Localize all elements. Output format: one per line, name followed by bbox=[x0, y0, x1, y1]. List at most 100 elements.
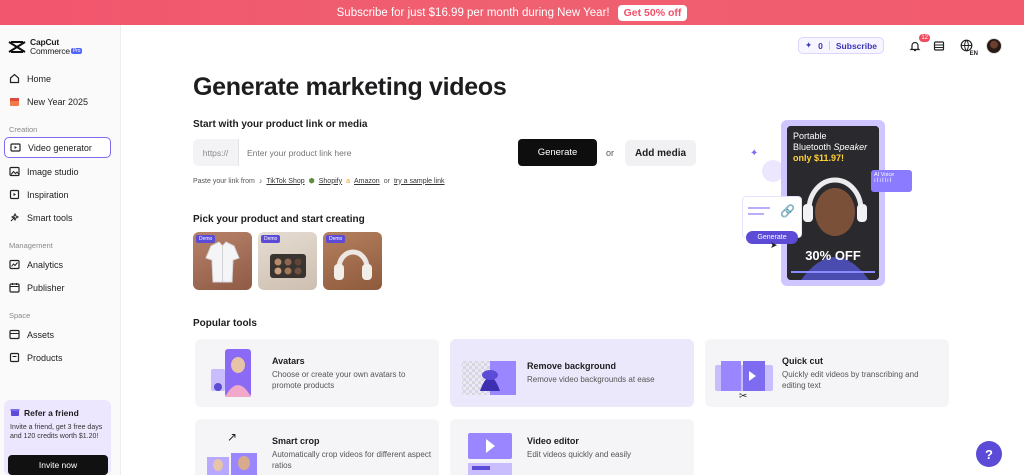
bell-icon[interactable]: 12 bbox=[908, 33, 930, 53]
amazon-link[interactable]: Amazon bbox=[354, 178, 380, 185]
product-link-input[interactable] bbox=[239, 139, 518, 166]
paste-hint: Paste your link from ♪ TikTok Shop ⬢ Shopi… bbox=[193, 177, 445, 186]
sidebar-item-label: Publisher bbox=[27, 282, 65, 293]
notification-badge: 12 bbox=[919, 33, 930, 42]
tool-remove-background[interactable]: Remove background Remove video backgroun… bbox=[450, 339, 694, 407]
tool-desc: Edit videos quickly and easily bbox=[527, 450, 632, 459]
sidebar-item-label: Inspiration bbox=[27, 189, 69, 200]
tool-avatars[interactable]: Avatars Choose or create your own avatar… bbox=[195, 339, 439, 407]
tiktok-shop-link[interactable]: TikTok Shop bbox=[266, 178, 304, 185]
product-headphones[interactable]: Demo bbox=[323, 232, 382, 290]
sidebar-item-publisher[interactable]: Publisher bbox=[4, 277, 111, 298]
start-heading: Start with your product link or media bbox=[193, 119, 368, 130]
promo-price: only $11.97! bbox=[793, 153, 845, 163]
tool-quick-cut[interactable]: ✂ Quick cut Quickly edit videos by trans… bbox=[705, 339, 949, 407]
sidebar-item-video-generator[interactable]: Video generator bbox=[4, 137, 111, 158]
gift-icon bbox=[10, 407, 20, 419]
sidebar-item-products[interactable]: Products bbox=[4, 347, 111, 368]
pro-badge: Pro bbox=[70, 48, 83, 55]
section-label-space: Space bbox=[9, 311, 31, 320]
credits-icon: ✦ bbox=[805, 40, 813, 50]
subscribe-pill[interactable]: ✦ 0 Subscribe bbox=[798, 37, 884, 54]
link-icon: 🔗 bbox=[780, 204, 795, 218]
capcut-commerce-logo[interactable]: CapCut Commerce Pro bbox=[8, 38, 83, 56]
promo-headline: Portable Bluetooth Speaker only $11.97! bbox=[793, 131, 867, 164]
header-controls: ✦ 0 Subscribe 12 EN bbox=[798, 33, 1002, 57]
sidebar-item-label: Smart tools bbox=[27, 212, 73, 223]
inspiration-icon bbox=[9, 189, 20, 200]
paste-prefix: Paste your link from bbox=[193, 177, 255, 185]
sidebar: CapCut Commerce Pro Home New Year 2025 Cr… bbox=[0, 25, 121, 475]
url-prefix: https:// bbox=[193, 139, 239, 166]
tool-name: Smart crop bbox=[272, 436, 320, 446]
product-shirt[interactable]: Demo bbox=[193, 232, 252, 290]
sidebar-item-label: Analytics bbox=[27, 259, 64, 270]
get-discount-button[interactable]: Get 50% off bbox=[617, 4, 688, 21]
sidebar-item-label: Home bbox=[27, 73, 52, 84]
sparkle-icon: ✦ bbox=[750, 148, 759, 159]
sidebar-item-inspiration[interactable]: Inspiration bbox=[4, 184, 111, 205]
analytics-icon bbox=[9, 259, 20, 270]
assets-icon bbox=[9, 329, 20, 340]
logo-line2: Commerce bbox=[30, 46, 70, 56]
tool-desc: Quickly edit videos by transcribing and … bbox=[782, 370, 919, 390]
ai-voice-chip: AI Voice ıIıIlıI bbox=[871, 170, 912, 192]
image-icon bbox=[9, 166, 20, 177]
popular-tools-heading: Popular tools bbox=[193, 318, 257, 329]
sidebar-item-label: Image studio bbox=[27, 166, 79, 177]
demo-tag: Demo bbox=[261, 235, 281, 243]
avatars-thumbnail bbox=[205, 345, 263, 401]
product-link-bar: https:// Generate bbox=[193, 139, 597, 166]
amazon-icon: a bbox=[346, 177, 351, 185]
svg-text:↗: ↗ bbox=[227, 430, 237, 444]
demo-tag: Demo bbox=[196, 235, 216, 243]
promo-discount: 30% OFF bbox=[805, 248, 861, 263]
sidebar-item-image-studio[interactable]: Image studio bbox=[4, 161, 111, 182]
tool-video-editor[interactable]: Video editor Edit videos quickly and eas… bbox=[450, 419, 694, 475]
tool-name: Avatars bbox=[272, 356, 305, 366]
products-icon bbox=[9, 352, 20, 363]
tools-icon bbox=[9, 212, 20, 223]
cursor-icon: ➤ bbox=[770, 240, 778, 250]
language-label: EN bbox=[969, 50, 978, 57]
capcut-logo-icon bbox=[8, 40, 26, 54]
shopify-link[interactable]: Shopify bbox=[319, 178, 342, 185]
smart-crop-thumbnail: ↗ bbox=[205, 425, 263, 475]
sidebar-item-assets[interactable]: Assets bbox=[4, 324, 111, 345]
page-title: Generate marketing videos bbox=[193, 73, 507, 101]
demo-tag: Demo bbox=[326, 235, 346, 243]
svg-text:✂: ✂ bbox=[739, 391, 747, 401]
sample-link[interactable]: try a sample link bbox=[394, 178, 445, 185]
pick-heading: Pick your product and start creating bbox=[193, 214, 365, 225]
waveform-icon: ıIıIlıI bbox=[874, 178, 893, 184]
sidebar-item-home[interactable]: Home bbox=[4, 68, 111, 89]
calendar-icon bbox=[9, 96, 20, 107]
add-media-button[interactable]: Add media bbox=[625, 140, 696, 166]
credits-count: 0 bbox=[818, 40, 823, 51]
tool-name: Video editor bbox=[527, 436, 579, 446]
generate-button[interactable]: Generate bbox=[518, 139, 597, 166]
or-label: or bbox=[606, 148, 615, 158]
language-globe-icon[interactable]: EN bbox=[956, 39, 978, 57]
sidebar-item-label: New Year 2025 bbox=[27, 96, 89, 107]
help-button[interactable]: ? bbox=[976, 441, 1002, 467]
tiktok-icon: ♪ bbox=[258, 177, 263, 185]
invite-now-button[interactable]: Invite now bbox=[8, 455, 108, 475]
video-icon bbox=[10, 142, 21, 153]
sidebar-item-new-year[interactable]: New Year 2025 bbox=[4, 91, 111, 112]
sidebar-item-label: Assets bbox=[27, 329, 55, 340]
section-label-management: Management bbox=[9, 241, 53, 250]
user-avatar[interactable] bbox=[986, 37, 1002, 54]
tool-name: Remove background bbox=[527, 361, 617, 371]
sidebar-item-label: Products bbox=[27, 352, 63, 363]
product-eyeshadow[interactable]: Demo bbox=[258, 232, 317, 290]
sidebar-item-analytics[interactable]: Analytics bbox=[4, 254, 111, 275]
inbox-icon[interactable] bbox=[932, 39, 946, 53]
video-editor-thumbnail bbox=[460, 425, 518, 475]
sidebar-item-smart-tools[interactable]: Smart tools bbox=[4, 207, 111, 228]
promo-line1: Portable bbox=[793, 131, 827, 141]
refer-title: Refer a friend bbox=[24, 408, 79, 418]
or-small: or bbox=[383, 177, 390, 185]
tool-name: Quick cut bbox=[782, 356, 824, 366]
tool-smart-crop[interactable]: ↗ Smart crop Automatically crop videos f… bbox=[195, 419, 439, 475]
